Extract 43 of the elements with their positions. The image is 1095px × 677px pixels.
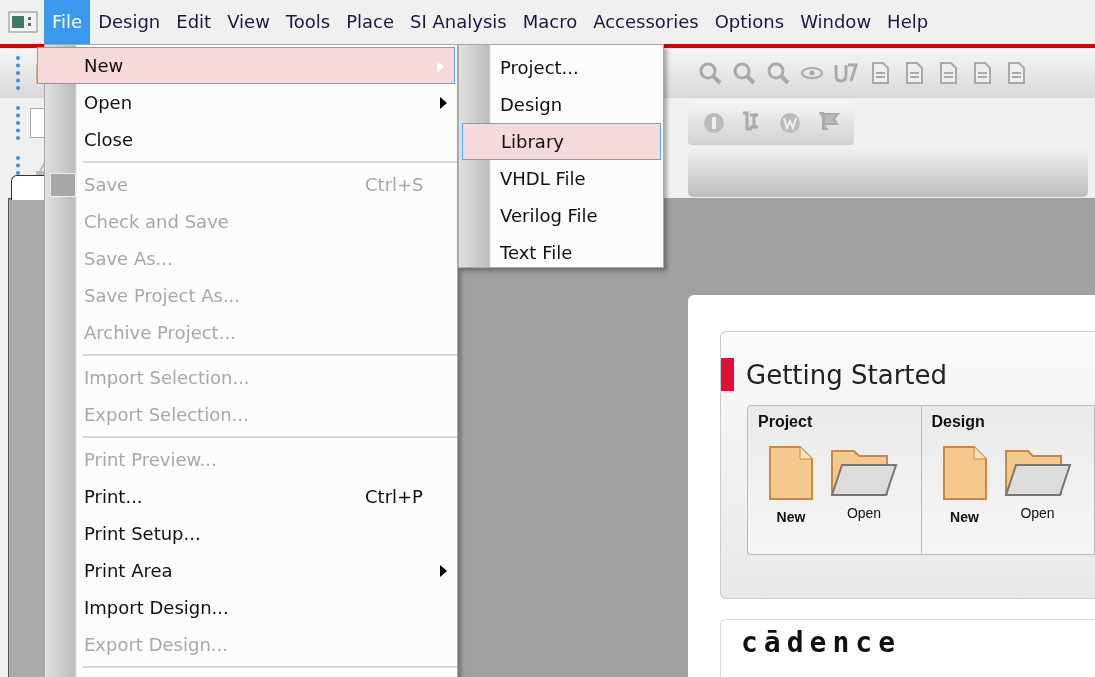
menu-item[interactable]: Close — [45, 121, 457, 158]
group-title: Design — [931, 413, 985, 430]
action-label[interactable]: New — [776, 509, 806, 525]
menu-item[interactable]: Options — [706, 0, 793, 44]
section-title: Getting Started — [746, 359, 948, 390]
menu-item[interactable]: Design — [459, 86, 663, 123]
zoom-icon[interactable] — [766, 61, 790, 85]
company-logo: cādence — [741, 626, 901, 659]
menu-item[interactable]: Help — [879, 0, 937, 44]
application-icon[interactable] — [8, 11, 38, 33]
menu-item[interactable]: Tools — [277, 0, 339, 44]
menu-item[interactable]: Macro — [514, 0, 586, 44]
menu-item[interactable]: Print... Ctrl+P — [45, 478, 457, 515]
menu-item[interactable]: Library — [462, 123, 661, 160]
menu-item[interactable]: Place — [338, 0, 403, 44]
action-label[interactable]: Open — [846, 505, 882, 521]
part-icon[interactable] — [834, 61, 858, 85]
zoom-icon[interactable] — [732, 61, 756, 85]
action-label[interactable]: New — [950, 509, 979, 525]
circle-icon[interactable] — [778, 111, 802, 135]
circle-icon[interactable] — [702, 111, 726, 135]
menu-item[interactable]: Print Setup... — [45, 515, 457, 552]
menu-item[interactable]: Window — [792, 0, 880, 44]
save-icon — [50, 173, 76, 197]
menu-item[interactable]: Accessories — [585, 0, 707, 44]
menu-item[interactable]: SI Analysis — [402, 0, 515, 44]
menu-item[interactable]: Text File — [459, 234, 663, 271]
menu-item[interactable]: Print Area — [45, 552, 457, 589]
menu-item[interactable]: Import Design... — [45, 589, 457, 626]
menu-item[interactable]: Design — [90, 0, 169, 44]
menu-item[interactable]: View — [219, 0, 278, 44]
document-icon[interactable] — [768, 445, 814, 501]
accent-bar — [721, 358, 734, 391]
zoom-icon[interactable] — [698, 61, 722, 85]
menu-item[interactable]: New — [37, 47, 455, 84]
group-title: Project — [758, 413, 813, 430]
menu-item[interactable]: Verilog File — [459, 197, 663, 234]
document-icon[interactable] — [941, 445, 988, 501]
menu-item[interactable]: VHDL File — [459, 160, 663, 197]
menu-item[interactable]: Edit — [168, 0, 220, 44]
action-label[interactable]: Open — [1020, 505, 1055, 521]
menu-item[interactable]: Open — [45, 84, 457, 121]
menu-item[interactable]: Project... — [459, 49, 663, 86]
